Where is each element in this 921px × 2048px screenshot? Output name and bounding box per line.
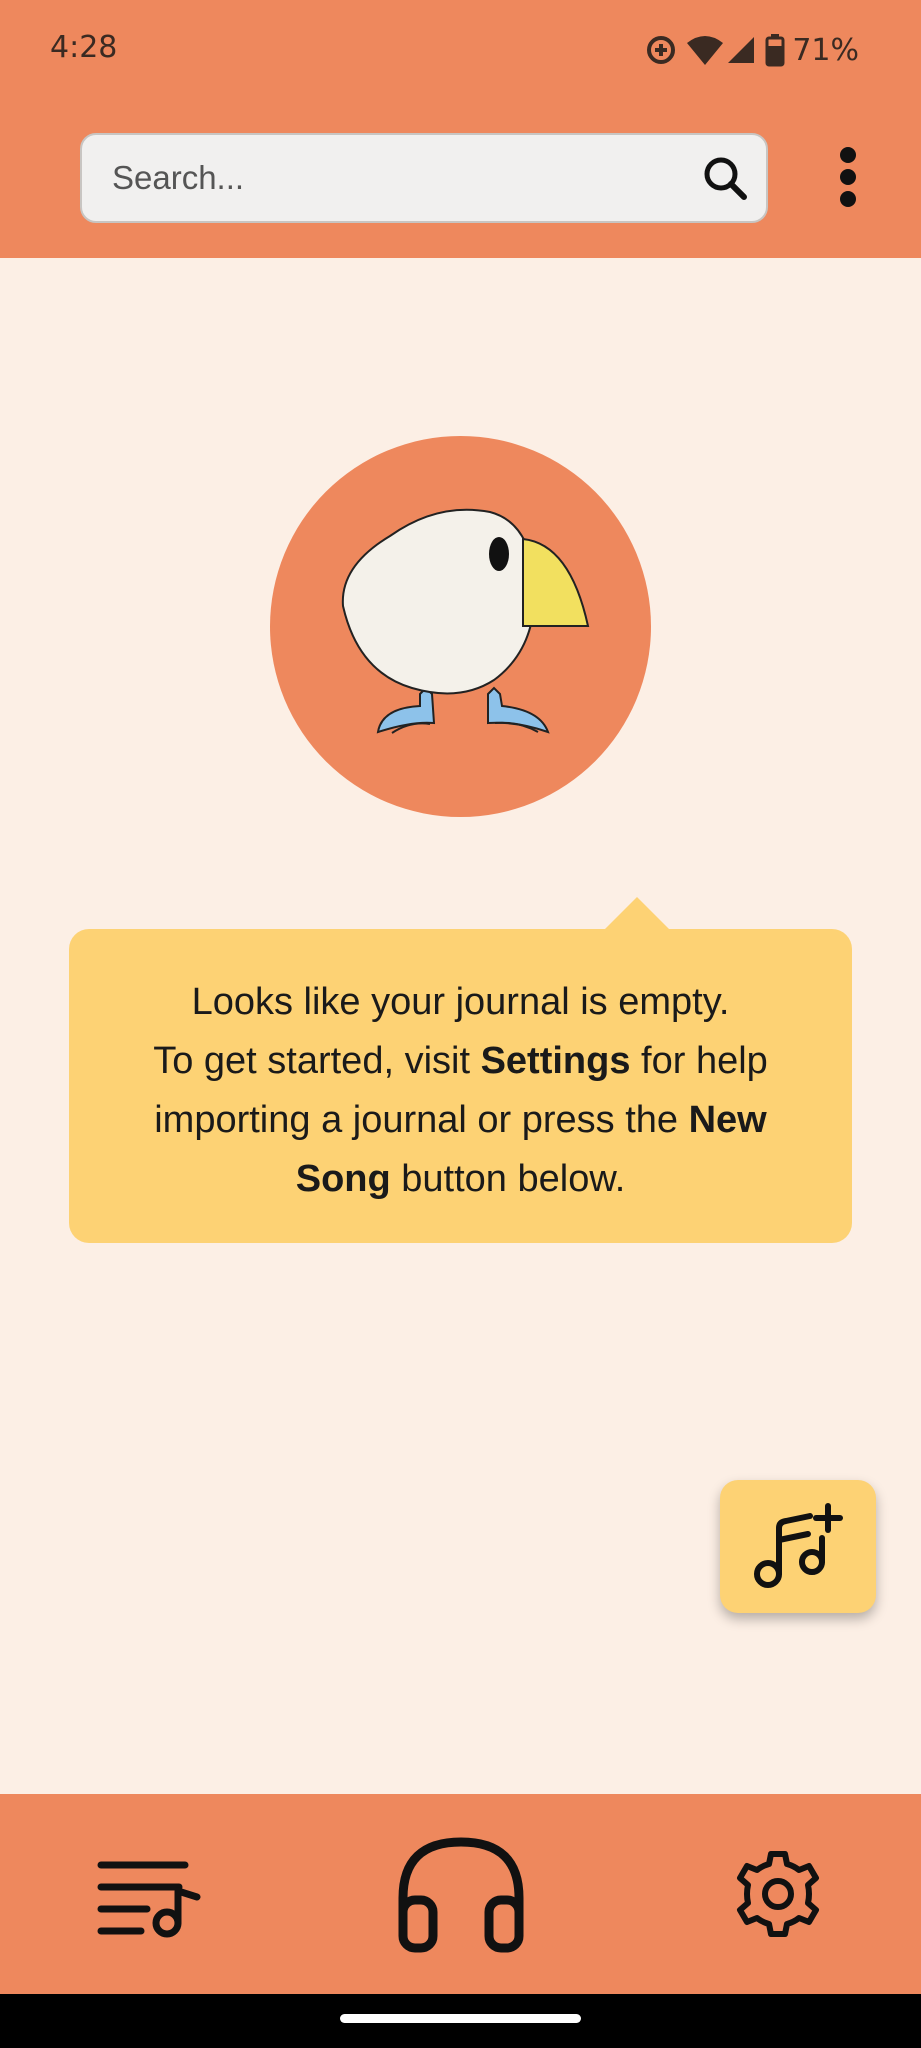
app-header: 4:28 71% [0, 0, 921, 258]
new-song-button[interactable] [720, 1480, 876, 1613]
mascot-avatar [270, 436, 651, 817]
status-icons: 71% [644, 30, 859, 70]
more-vert-icon[interactable] [820, 140, 876, 220]
playlist-music-icon [97, 1861, 201, 1938]
data-saver-icon [647, 36, 676, 64]
empty-message-line1: Looks like your journal is empty. [191, 981, 730, 1023]
nav-settings-button[interactable] [718, 1794, 838, 1994]
message-bubble-pointer [604, 897, 670, 930]
status-time: 4:28 [50, 30, 118, 65]
empty-message-end: button below. [390, 1158, 626, 1200]
empty-journal-message: Looks like your journal is empty. To get… [69, 929, 852, 1243]
home-gesture-handle[interactable] [340, 2014, 581, 2023]
wifi-icon [687, 36, 724, 65]
system-navigation-bar [0, 1994, 921, 2048]
empty-message-prefix: To get started, visit [153, 1040, 481, 1082]
music-note-plus-icon [754, 1503, 843, 1588]
search-input[interactable] [112, 135, 672, 221]
gear-icon [737, 1851, 819, 1937]
battery-percentage: 71% [792, 32, 859, 68]
search-box[interactable] [80, 133, 768, 223]
battery-icon [765, 34, 785, 67]
settings-emphasis: Settings [480, 1040, 631, 1082]
cell-signal-icon [728, 37, 755, 63]
nav-listen-button[interactable] [390, 1794, 531, 1994]
bird-mascot-illustration [341, 508, 590, 734]
headphones-icon [398, 1837, 523, 1953]
bottom-navigation [0, 1794, 921, 1994]
nav-journal-button[interactable] [80, 1794, 220, 1994]
search-icon[interactable] [700, 153, 750, 203]
